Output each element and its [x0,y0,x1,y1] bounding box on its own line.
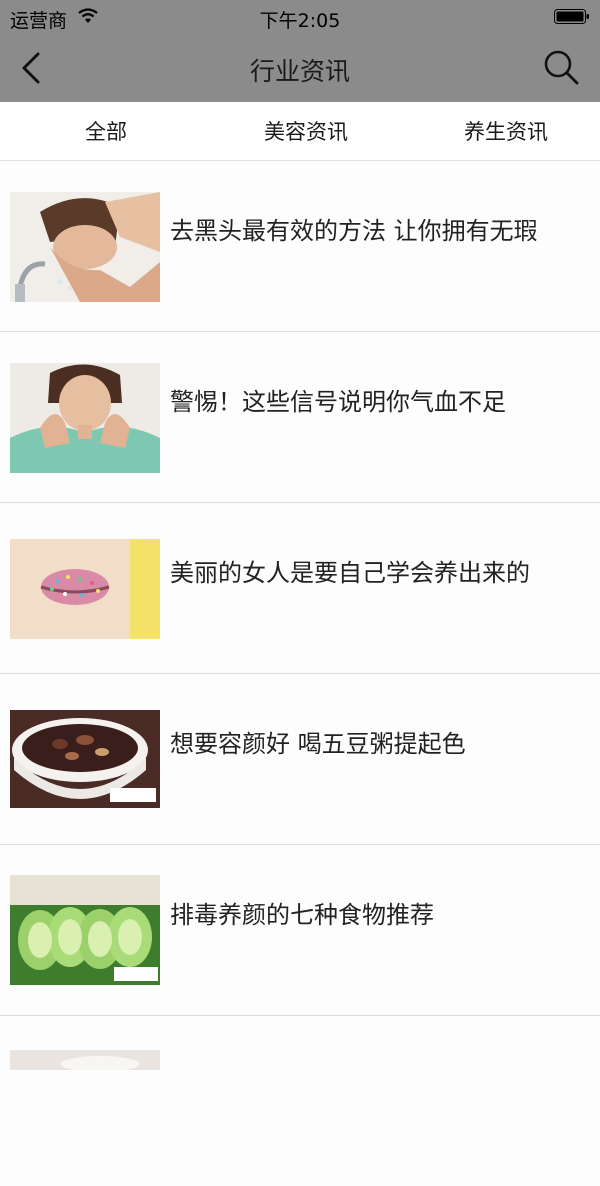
article-title[interactable]: 想要容颜好 喝五豆粥提起色 [170,724,466,759]
battery-icon [554,9,589,24]
tired-woman-image [10,363,160,473]
tab-beauty-news[interactable]: 美容资讯 [206,102,406,160]
page-title: 行业资讯 [249,57,350,86]
nav-bar: 行业资讯 [0,34,600,102]
clock: 下午2:05 [259,10,341,32]
article-title[interactable]: 去黑头最有效的方法 让你拥有无瑕 [170,211,538,246]
article-title[interactable]: 警惕！这些信号说明你气血不足 [170,382,506,417]
cucumber-slices-image [10,875,160,985]
list-item[interactable]: 去黑头最有效的方法 让你拥有无瑕 [0,161,600,332]
list-item[interactable]: 警惕！这些信号说明你气血不足 [0,332,600,503]
tab-all[interactable]: 全部 [6,102,206,160]
article-list: 去黑头最有效的方法 让你拥有无瑕 警惕！这些信号说明你气血不足 美丽的女人是要自… [0,161,600,1186]
bean-porridge-image [10,710,160,820]
status-bar: 运营商 下午2:05 [0,0,600,34]
list-item[interactable]: 想要容颜好 喝五豆粥提起色 [0,674,600,845]
category-tabs: 全部 美容资讯 养生资讯 [0,102,600,161]
sprinkle-lips-image [10,539,160,649]
tab-health-news[interactable]: 养生资讯 [406,102,600,160]
list-item[interactable] [0,1016,600,1186]
search-icon[interactable] [542,48,580,86]
article-title[interactable]: 排毒养颜的七种食物推荐 [170,895,434,930]
article-thumbnail [10,1050,160,1070]
article-title[interactable]: 美丽的女人是要自己学会养出来的 [170,553,530,588]
list-item[interactable]: 美丽的女人是要自己学会养出来的 [0,503,600,674]
list-item[interactable]: 排毒养颜的七种食物推荐 [0,845,600,1016]
face-washing-image [10,192,160,302]
